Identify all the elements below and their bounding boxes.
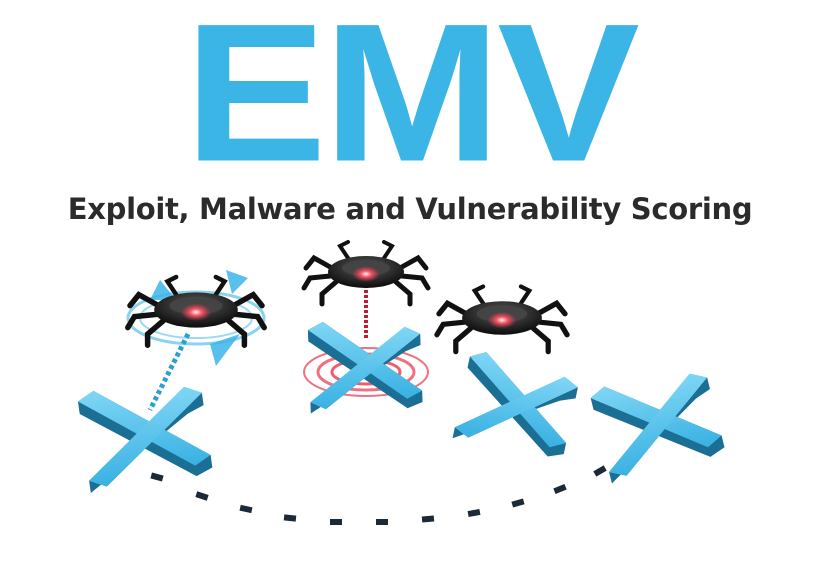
emv-logo-illustration: EMV Exploit, Malware and Vulnerability S… [0, 0, 820, 574]
x-cross-icon [452, 349, 582, 462]
bug-drone-icon [128, 277, 264, 345]
x-cross-icon [76, 375, 214, 494]
x-cross-icon [588, 361, 727, 484]
illustration-art [76, 0, 727, 525]
bug-drone-icon [437, 287, 567, 352]
bug-drone-icon [304, 242, 428, 304]
dashed-path-icon [150, 442, 641, 525]
